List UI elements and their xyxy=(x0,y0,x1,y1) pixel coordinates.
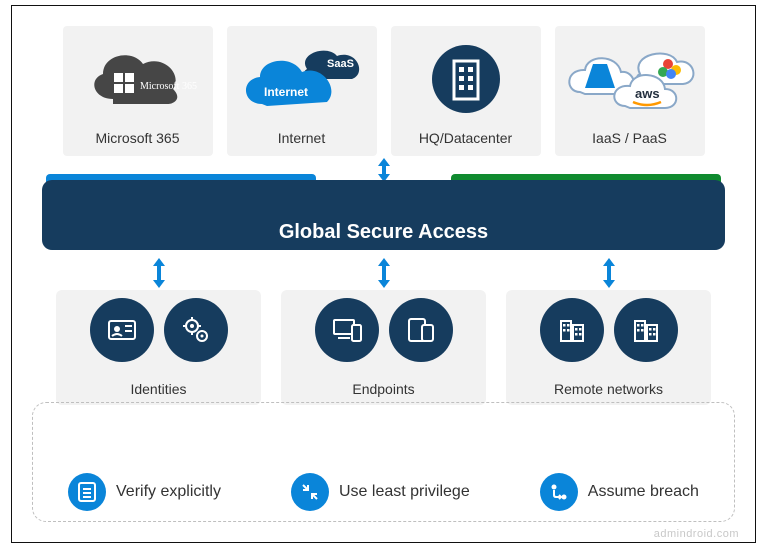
card-endpoints: Endpoints xyxy=(281,290,486,405)
cloud-m365-icon: Microsoft 365 xyxy=(63,36,213,121)
card-identities: Identities xyxy=(56,290,261,405)
arrow-up-down-icon xyxy=(599,256,619,290)
zt-least-privilege: Use least privilege xyxy=(291,473,470,511)
zero-trust-row: Verify explicitly Use least privilege As… xyxy=(33,473,734,511)
gears-icon xyxy=(164,298,228,362)
card-hq-datacenter: HQ/Datacenter xyxy=(391,26,541,156)
svg-text:aws: aws xyxy=(635,86,660,101)
checklist-icon xyxy=(68,473,106,511)
buildings-icon xyxy=(614,298,678,362)
zt-label: Assume breach xyxy=(588,483,699,501)
buildings-icon xyxy=(540,298,604,362)
diagram-frame: Microsoft 365 Microsoft 365 SaaS Interne… xyxy=(11,5,756,543)
band-title: Global Secure Access xyxy=(42,221,725,244)
card-microsoft-365: Microsoft 365 Microsoft 365 xyxy=(63,26,213,156)
card-label: Remote networks xyxy=(554,381,663,397)
top-row: Microsoft 365 Microsoft 365 SaaS Interne… xyxy=(12,6,755,156)
arrow-up-down-icon xyxy=(374,256,394,290)
minimize-icon xyxy=(291,473,329,511)
svg-text:SaaS: SaaS xyxy=(327,58,354,70)
cloud-internet-icon: SaaS Internet xyxy=(227,36,377,121)
zt-label: Verify explicitly xyxy=(116,483,221,501)
phone-tablet-icon xyxy=(389,298,453,362)
breach-icon xyxy=(540,473,578,511)
zt-assume-breach: Assume breach xyxy=(540,473,699,511)
global-secure-access-band: Global Secure Access xyxy=(42,180,725,250)
card-internet: SaaS Internet Internet xyxy=(227,26,377,156)
card-remote-networks: Remote networks xyxy=(506,290,711,405)
card-label: Internet xyxy=(278,130,325,146)
multi-cloud-icon: aws xyxy=(555,36,705,121)
watermark: admindroid.com xyxy=(654,528,739,540)
svg-text:Microsoft 365: Microsoft 365 xyxy=(140,81,197,92)
zero-trust-box: Verify explicitly Use least privilege As… xyxy=(32,402,735,522)
mid-wrap: Microsoft Entra Internet Access Microsof… xyxy=(42,180,725,250)
bottom-row: Identities Endpoints xyxy=(12,290,755,405)
card-label: Endpoints xyxy=(352,381,414,397)
id-card-icon xyxy=(90,298,154,362)
zt-verify-explicitly: Verify explicitly xyxy=(68,473,221,511)
zt-label: Use least privilege xyxy=(339,483,470,501)
card-iaas-paas: aws IaaS / PaaS xyxy=(555,26,705,156)
card-label: Identities xyxy=(130,381,186,397)
building-circle-icon xyxy=(391,36,541,121)
svg-text:Internet: Internet xyxy=(264,85,308,99)
card-label: Microsoft 365 xyxy=(95,130,179,146)
card-label: HQ/Datacenter xyxy=(419,130,512,146)
arrow-up-down-icon xyxy=(149,256,169,290)
card-label: IaaS / PaaS xyxy=(592,130,667,146)
monitor-phone-icon xyxy=(315,298,379,362)
